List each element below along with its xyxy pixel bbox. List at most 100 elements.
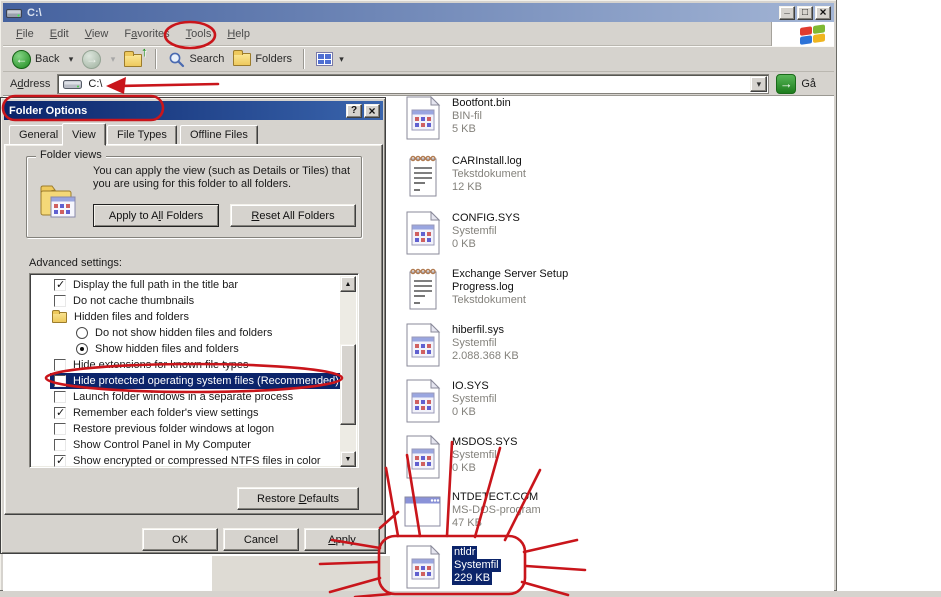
tab-file-types[interactable]: File Types	[107, 125, 177, 145]
text-file-icon	[403, 154, 443, 198]
tab-offline-files[interactable]: Offline Files	[180, 125, 258, 145]
go-label: Gå	[801, 78, 816, 90]
window-title: C:\	[27, 7, 42, 19]
forward-button[interactable]	[80, 49, 103, 70]
menu-edit[interactable]: Edit	[43, 26, 76, 42]
views-icon	[316, 52, 333, 66]
dialog-close-button[interactable]	[364, 104, 380, 118]
checkbox-unchecked-icon[interactable]	[54, 391, 66, 403]
menu-tools[interactable]: Tools	[179, 26, 219, 42]
checkbox-unchecked-icon[interactable]	[54, 375, 66, 387]
scrollbar-thumb[interactable]	[340, 344, 356, 425]
file-tile[interactable]: NTDETECT.COMMS-DOS-program47 KB	[403, 490, 653, 534]
checkbox-unchecked-icon[interactable]	[54, 295, 66, 307]
forward-dropdown[interactable]	[108, 53, 117, 65]
address-dropdown[interactable]	[750, 76, 767, 92]
ok-button[interactable]: OK	[142, 528, 218, 551]
setting-row[interactable]: Remember each folder's view settings	[32, 405, 340, 421]
drive-icon	[63, 77, 82, 90]
checkbox-unchecked-icon[interactable]	[54, 359, 66, 371]
radio-selected-icon[interactable]	[76, 343, 88, 355]
setting-row[interactable]: Launch folder windows in a separate proc…	[32, 389, 340, 405]
file-tile[interactable]: IO.SYSSystemfil0 KB	[403, 379, 653, 423]
help-button[interactable]	[346, 104, 362, 118]
setting-label: Hide protected operating system files (R…	[73, 375, 339, 387]
forward-icon	[82, 50, 101, 69]
checkbox-checked-icon[interactable]	[54, 407, 66, 419]
tab-general[interactable]: General	[9, 125, 68, 145]
menu-favorites[interactable]: Favorites	[117, 26, 176, 42]
setting-row-hide-protected-selected[interactable]: Hide protected operating system files (R…	[50, 373, 343, 389]
file-name: hiberfil.sys	[452, 324, 630, 337]
file-type: BIN-fil	[452, 110, 630, 123]
file-type: Systemfil	[452, 225, 630, 238]
file-tile[interactable]: Exchange Server Setup Progress.logTekstd…	[403, 267, 653, 311]
address-input[interactable]: C:\	[57, 74, 769, 94]
folder-icon	[52, 312, 67, 323]
system-file-icon	[403, 379, 443, 423]
back-label: Back	[35, 53, 59, 65]
setting-row[interactable]: Display the full path in the title bar	[32, 277, 340, 293]
file-tile[interactable]: hiberfil.sysSystemfil2.088.368 KB	[403, 323, 653, 367]
setting-label: Do not show hidden files and folders	[95, 327, 272, 339]
setting-row[interactable]: Show encrypted or compressed NTFS files …	[32, 453, 340, 469]
window-controls	[779, 6, 831, 20]
advanced-settings-list: Display the full path in the title bar D…	[29, 273, 359, 468]
file-type: Tekstdokument	[452, 294, 630, 307]
search-button[interactable]: Search	[166, 50, 226, 69]
back-icon	[12, 50, 31, 69]
file-tile[interactable]: CARInstall.logTekstdokument12 KB	[403, 154, 653, 198]
apply-button[interactable]: Apply	[304, 528, 380, 551]
minimize-button[interactable]	[779, 6, 795, 20]
cancel-button[interactable]: Cancel	[223, 528, 299, 551]
back-dropdown[interactable]	[66, 53, 75, 65]
address-bar: Address C:\ Gå	[3, 72, 834, 96]
setting-row[interactable]: Hide extensions for known file types	[32, 357, 340, 373]
menu-view[interactable]: View	[78, 26, 116, 42]
file-name: MSDOS.SYS	[452, 436, 630, 449]
setting-row[interactable]: Do not show hidden files and folders	[32, 325, 340, 341]
scroll-up-icon[interactable]	[340, 276, 356, 292]
menu-help[interactable]: Help	[220, 26, 257, 42]
reset-all-folders-button[interactable]: Reset All Folders	[230, 204, 356, 227]
views-dropdown-icon	[337, 53, 346, 65]
setting-row[interactable]: Restore previous folder windows at logon	[32, 421, 340, 437]
folder-views-group: Folder views You can apply the view (suc…	[26, 156, 362, 238]
menu-file[interactable]: File	[9, 26, 41, 42]
checkbox-checked-icon[interactable]	[54, 455, 66, 467]
restore-defaults-button[interactable]: Restore Defaults	[237, 487, 359, 510]
system-file-icon	[403, 211, 443, 255]
setting-label: Hide extensions for known file types	[73, 359, 248, 371]
scroll-down-icon[interactable]	[340, 451, 356, 467]
maximize-button[interactable]	[797, 6, 813, 20]
folders-button[interactable]: Folders	[231, 52, 294, 67]
settings-scrollbar[interactable]	[340, 276, 356, 467]
close-button[interactable]	[815, 6, 831, 20]
menu-bar: File Edit View Favorites Tools Help	[3, 22, 771, 46]
apply-to-all-folders-button[interactable]: Apply to All Folders	[93, 204, 219, 227]
system-file-icon	[403, 323, 443, 367]
windows-logo-icon	[800, 24, 827, 47]
radio-unselected-icon[interactable]	[76, 327, 88, 339]
file-tile-ntldr-selected[interactable]: ntldrSystemfil229 KB	[403, 545, 653, 589]
setting-label: Display the full path in the title bar	[73, 279, 238, 291]
file-name: Bootfont.bin	[452, 97, 630, 110]
views-button[interactable]	[314, 51, 348, 67]
checkbox-unchecked-icon[interactable]	[54, 423, 66, 435]
back-button[interactable]: Back	[10, 49, 61, 70]
setting-label: Show Control Panel in My Computer	[73, 439, 251, 451]
file-tile[interactable]: Bootfont.binBIN-fil5 KB	[403, 96, 653, 140]
checkbox-checked-icon[interactable]	[54, 279, 66, 291]
file-type: MS-DOS-program	[452, 504, 630, 517]
setting-row[interactable]: Show hidden files and folders	[32, 341, 340, 357]
checkbox-unchecked-icon[interactable]	[54, 439, 66, 451]
up-button[interactable]	[122, 50, 146, 68]
go-button[interactable]: Gå	[776, 74, 816, 94]
file-tile[interactable]: MSDOS.SYSSystemfil0 KB	[403, 435, 653, 479]
tab-view[interactable]: View	[62, 123, 106, 146]
file-tile[interactable]: CONFIG.SYSSystemfil0 KB	[403, 211, 653, 255]
setting-label: Do not cache thumbnails	[73, 295, 194, 307]
setting-row[interactable]: Hidden files and folders	[32, 309, 340, 325]
setting-row[interactable]: Show Control Panel in My Computer	[32, 437, 340, 453]
setting-row[interactable]: Do not cache thumbnails	[32, 293, 340, 309]
